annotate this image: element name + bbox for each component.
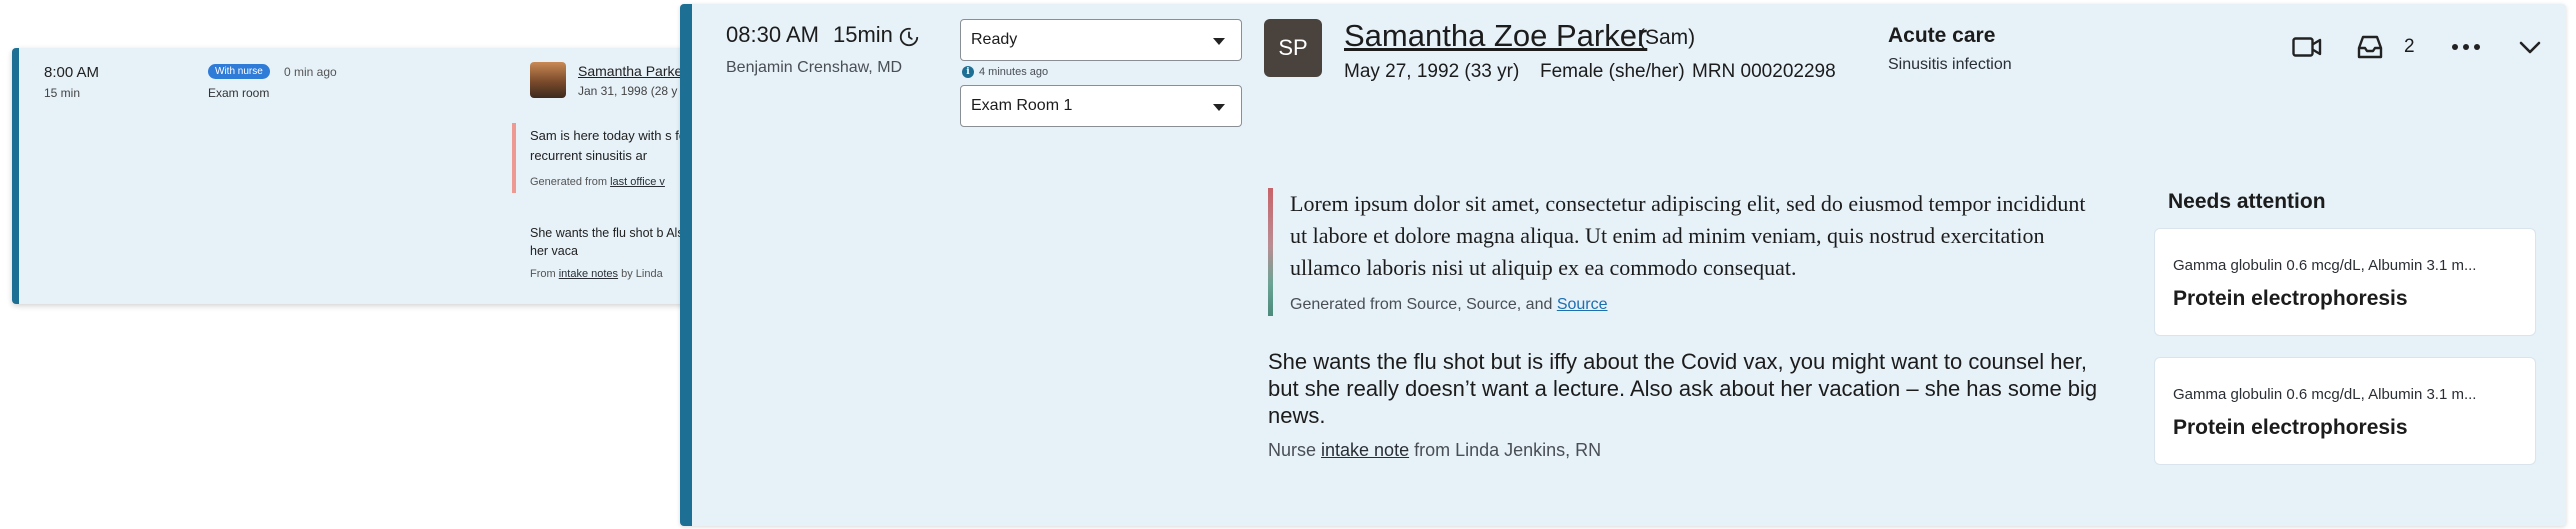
inbox-count: 2 <box>2404 36 2415 57</box>
test-name: Protein electrophoresis <box>2173 416 2408 439</box>
appointment-card-expanded: 08:30 AM 15min Benjamin Crenshaw, MD Rea… <box>680 4 2566 526</box>
note-source: Nurse intake note from Linda Jenkins, RN <box>1268 440 1602 460</box>
room-select[interactable]: Exam Room 1 <box>960 85 1242 127</box>
appointment-time: 08:30 AM <box>726 22 819 47</box>
intake-notes-link[interactable]: intake notes <box>559 268 618 280</box>
note-source: From intake notes by Linda <box>530 268 663 280</box>
status-badge: With nurse <box>208 64 270 79</box>
appointment-card-small[interactable]: 8:00 AM 15 min With nurse 0 min ago Exam… <box>12 48 712 304</box>
appointment-duration: 15min <box>833 22 893 47</box>
nurse-note: She wants the flu shot but is iffy about… <box>1268 349 2098 428</box>
care-type: Acute care <box>1888 24 1996 47</box>
caret-down-icon <box>1213 38 1225 45</box>
visit-reason: Sinusitis infection <box>1888 56 2012 73</box>
patient-name-link[interactable]: Samantha Parker <box>578 63 687 79</box>
test-name: Protein electrophoresis <box>2173 287 2408 310</box>
status-ago: 0 min ago <box>284 65 337 79</box>
patient-dob: May 27, 1992 (33 yr) <box>1344 61 1520 82</box>
clock-icon <box>899 27 919 47</box>
summary-bar <box>1268 188 1273 316</box>
avatar: SP <box>1264 19 1322 77</box>
patient-photo <box>530 62 566 98</box>
intake-note-link[interactable]: intake note <box>1321 440 1409 460</box>
attention-item[interactable]: Gamma globulin 0.6 mcg/dL, Albumin 3.1 m… <box>2154 357 2536 465</box>
caret-down-icon <box>1213 104 1225 111</box>
appointment-time: 8:00 AM <box>44 64 100 81</box>
patient-name-link[interactable]: Samantha Zoe Parker <box>1344 18 1647 54</box>
summary-bar <box>512 123 516 193</box>
status-select-value: Ready <box>971 31 1018 48</box>
status-select[interactable]: Ready <box>960 19 1242 61</box>
room-label: Exam room <box>208 86 270 100</box>
video-icon[interactable] <box>2292 36 2322 58</box>
patient-dob: Jan 31, 1998 (28 y <box>578 84 678 98</box>
provider-name: Benjamin Crenshaw, MD <box>726 59 903 76</box>
visit-summary: Lorem ipsum dolor sit amet, consectetur … <box>1290 191 2086 280</box>
lab-result: Gamma globulin 0.6 mcg/dL, Albumin 3.1 m… <box>2173 386 2477 403</box>
preferred-name: (Sam) <box>1638 26 1696 49</box>
chevron-down-icon[interactable] <box>2518 38 2542 56</box>
status-updated: i4 minutes ago <box>962 66 1048 79</box>
generated-source: Generated from Source, Source, and Sourc… <box>1290 296 1608 313</box>
attention-item[interactable]: Gamma globulin 0.6 mcg/dL, Albumin 3.1 m… <box>2154 228 2536 336</box>
needs-attention-title: Needs attention <box>2168 190 2326 213</box>
patient-sex: Female (she/her) <box>1540 61 1685 82</box>
generated-source: Generated from last office v <box>530 176 665 188</box>
card-accent-bar <box>680 4 692 526</box>
room-select-value: Exam Room 1 <box>971 97 1073 114</box>
info-icon: i <box>962 66 974 79</box>
appointment-duration: 15 min <box>44 86 81 100</box>
patient-mrn: MRN 000202298 <box>1692 61 1836 82</box>
source-link[interactable]: Source <box>1557 296 1608 313</box>
source-link[interactable]: last office v <box>610 176 665 188</box>
lab-result: Gamma globulin 0.6 mcg/dL, Albumin 3.1 m… <box>2173 257 2477 274</box>
inbox-icon[interactable] <box>2356 34 2384 60</box>
card-accent-bar <box>12 48 19 304</box>
more-icon[interactable] <box>2450 38 2482 56</box>
